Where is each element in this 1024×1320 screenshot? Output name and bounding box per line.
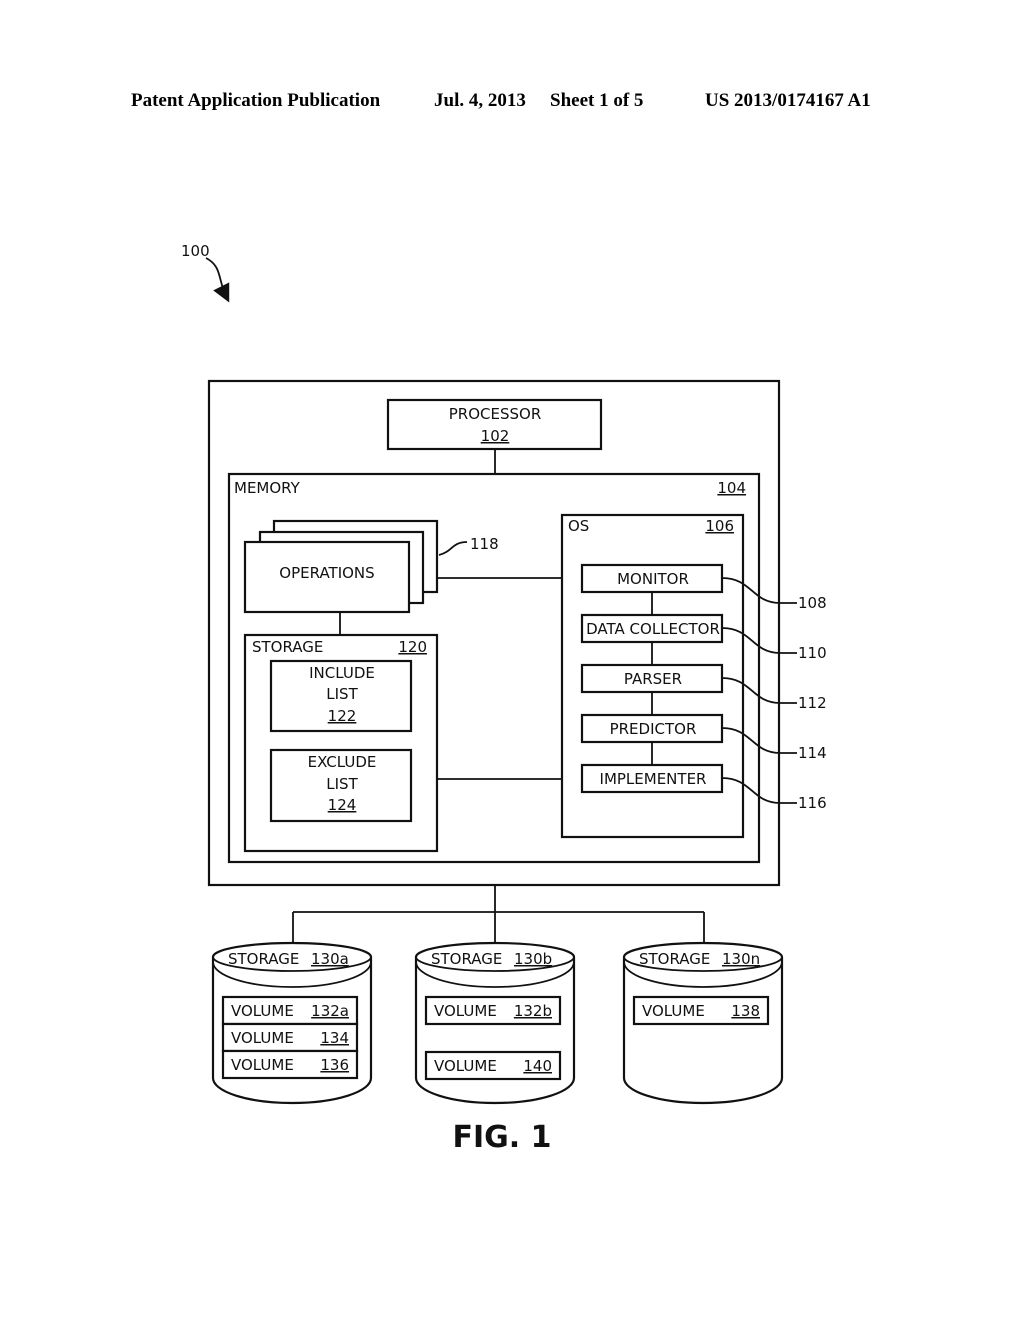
os-ref: 106 xyxy=(705,517,734,535)
os-module-ref: 116 xyxy=(798,794,827,812)
figure-ref-arrow xyxy=(205,257,230,303)
processor-block: PROCESSOR 102 xyxy=(386,398,603,451)
volume-label: VOLUME xyxy=(231,1029,294,1047)
volume: VOLUME 136 xyxy=(221,1049,359,1080)
exclude-list-block: EXCLUDE LIST 124 xyxy=(269,748,413,823)
storage-device-label: STORAGE xyxy=(639,950,710,968)
volume-label: VOLUME xyxy=(231,1002,294,1020)
exclude-list-ref: 124 xyxy=(328,796,357,814)
volume-ref: 132b xyxy=(514,1002,552,1020)
volume-label: VOLUME xyxy=(434,1057,497,1075)
processor-label: PROCESSOR xyxy=(449,405,542,423)
os-module-label: MONITOR xyxy=(617,570,689,588)
memory-ref: 104 xyxy=(717,479,746,497)
os-module-label: IMPLEMENTER xyxy=(600,770,707,788)
operations-stack: OPERATIONS xyxy=(243,519,439,614)
storage-device-ref: 130b xyxy=(514,950,552,968)
volume-ref: 138 xyxy=(731,1002,760,1020)
memory-label: MEMORY xyxy=(234,479,301,497)
include-list-line2: LIST xyxy=(326,685,358,703)
volume: VOLUME 140 xyxy=(424,1050,562,1081)
storage-device: STORAGE 130n VOLUME 138 xyxy=(622,941,784,1105)
volume-label: VOLUME xyxy=(231,1056,294,1074)
volume: VOLUME 132b xyxy=(424,995,562,1026)
os-label: OS xyxy=(568,517,589,535)
volume-ref: 136 xyxy=(320,1056,349,1074)
processor-ref: 102 xyxy=(481,427,510,445)
storage-device-label: STORAGE xyxy=(228,950,299,968)
figure-ref-label: 100 xyxy=(181,242,210,260)
figure-caption: FIG. 1 xyxy=(453,1120,552,1155)
operations-label: OPERATIONS xyxy=(279,564,374,582)
volume-ref: 140 xyxy=(523,1057,552,1075)
os-module-label: PREDICTOR xyxy=(610,720,697,738)
exclude-list-line2: LIST xyxy=(326,775,358,793)
os-module-ref: 114 xyxy=(798,744,827,762)
storage-device: STORAGE 130b VOLUME 132b VOLUME 140 xyxy=(414,941,576,1105)
volume-ref: 132a xyxy=(311,1002,349,1020)
os-module-label: PARSER xyxy=(624,670,682,688)
os-module-label: DATA COLLECTOR xyxy=(586,620,720,638)
volume-label: VOLUME xyxy=(434,1002,497,1020)
os-module-ref: 108 xyxy=(798,594,827,612)
os-module-ref: 112 xyxy=(798,694,827,712)
volume: VOLUME 138 xyxy=(632,995,770,1026)
include-list-ref: 122 xyxy=(328,707,357,725)
storage-devices: STORAGE 130aVOLUME 132aVOLUME 134VOLUME 136S… xyxy=(211,941,784,1105)
operations-ref: 118 xyxy=(470,535,499,553)
volume-label: VOLUME xyxy=(642,1002,705,1020)
volume: VOLUME 134 xyxy=(221,1022,359,1053)
storage-device-ref: 130n xyxy=(722,950,760,968)
volume-ref: 134 xyxy=(320,1029,349,1047)
include-list-block: INCLUDE LIST 122 xyxy=(269,659,413,733)
include-list-line1: INCLUDE xyxy=(309,664,375,682)
os-module-ref: 110 xyxy=(798,644,827,662)
storage-device: STORAGE 130a VOLUME 132a VOLUME 134 VOLUME 136 xyxy=(211,941,373,1105)
storage-device-label: STORAGE xyxy=(431,950,502,968)
volume: VOLUME 132a xyxy=(221,995,359,1026)
storage-device-ref: 130a xyxy=(311,950,349,968)
storage-label: STORAGE xyxy=(252,638,323,656)
storage-ref: 120 xyxy=(398,638,427,656)
exclude-list-line1: EXCLUDE xyxy=(308,753,377,771)
system-diagram: 100 PROCESSOR 102 MEMORY 104 OPERATIONS … xyxy=(181,242,827,1155)
